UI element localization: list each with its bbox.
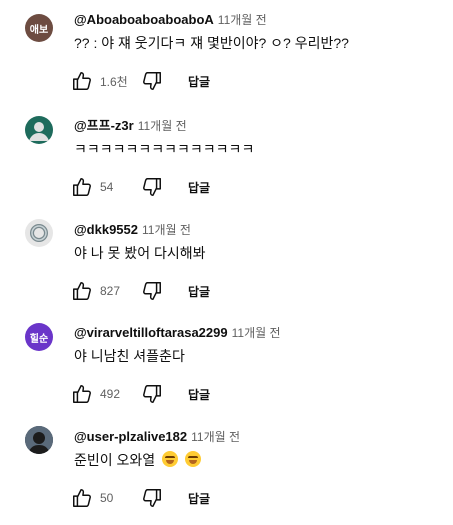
- dislike-button[interactable]: [140, 486, 164, 510]
- comment-time[interactable]: 11개월 전: [218, 13, 267, 27]
- avatar-initials: 힐순: [29, 333, 49, 345]
- laughing-emoji-icon: [162, 451, 179, 467]
- comment-header: @virarveltilloftarasa2299 11개월 전: [74, 324, 281, 342]
- like-count: 1.6천: [100, 74, 128, 89]
- reply-button[interactable]: 답글: [188, 490, 210, 507]
- like-button[interactable]: [70, 382, 94, 406]
- avatar[interactable]: 힐순: [25, 323, 53, 351]
- like-count: 54: [100, 180, 114, 194]
- like-button[interactable]: [70, 279, 94, 303]
- comment-actions: 50 답글: [70, 486, 210, 510]
- dislike-button[interactable]: [140, 382, 164, 406]
- reply-button[interactable]: 답글: [188, 283, 210, 300]
- thumbs-down-icon: [143, 385, 161, 403]
- thumbs-up-icon: [73, 385, 91, 403]
- comment-header: @프프-z3r 11개월 전: [74, 117, 187, 135]
- comment-actions: 827 답글: [70, 279, 210, 303]
- comment-actions: 492 답글: [70, 382, 210, 406]
- comment-text-row: 준빈이 오와열: [74, 450, 201, 470]
- ring-icon: [30, 224, 48, 242]
- comment-header: @AboaboaboaboaboA 11개월 전: [74, 11, 267, 29]
- comment-author[interactable]: @AboaboaboaboaboA: [74, 12, 214, 27]
- dislike-button[interactable]: [140, 175, 164, 199]
- comment-time[interactable]: 11개월 전: [232, 326, 281, 340]
- like-button[interactable]: [70, 486, 94, 510]
- comment-header: @dkk9552 11개월 전: [74, 221, 191, 239]
- comment-actions: 54 답글: [70, 175, 210, 199]
- thumbs-up-icon: [73, 178, 91, 196]
- comment-text: ?? : 야 쟤 웃기다ㅋ 쟤 몇반이야? ㅇ? 우리반??: [74, 35, 349, 51]
- profile-photo-icon: [25, 426, 53, 454]
- comment-author[interactable]: @virarveltilloftarasa2299: [74, 325, 228, 340]
- thumbs-up-icon: [73, 489, 91, 507]
- comment-text: 야 니남친 셔플춘다: [74, 348, 185, 364]
- like-count: 492: [100, 387, 121, 401]
- reply-button[interactable]: 답글: [188, 179, 210, 196]
- avatar[interactable]: 애보: [25, 14, 53, 42]
- reply-button[interactable]: 답글: [188, 73, 210, 90]
- comment-text: 준빈이 오와열: [74, 452, 156, 468]
- thumbs-down-icon: [143, 178, 161, 196]
- comment-text: 야 나 못 봤어 다시해봐: [74, 245, 206, 261]
- dislike-button[interactable]: [140, 279, 164, 303]
- laughing-emoji-icon: [184, 451, 201, 467]
- thumbs-down-icon: [143, 72, 161, 90]
- comment-author[interactable]: @dkk9552: [74, 222, 138, 237]
- avatar[interactable]: [25, 426, 53, 454]
- comment-text: ㅋㅋㅋㅋㅋㅋㅋㅋㅋㅋㅋㅋㅋㅋ: [74, 141, 255, 157]
- dislike-button[interactable]: [140, 69, 164, 93]
- comment-actions: 1.6천 답글: [70, 69, 210, 93]
- avatar[interactable]: [25, 219, 53, 247]
- comment-author[interactable]: @user-plzalive182: [74, 429, 187, 444]
- comment-time[interactable]: 11개월 전: [142, 223, 191, 237]
- thumbs-up-icon: [73, 72, 91, 90]
- like-count: 50: [100, 491, 114, 505]
- like-button[interactable]: [70, 175, 94, 199]
- comment-header: @user-plzalive182 11개월 전: [74, 428, 240, 446]
- like-count: 827: [100, 284, 121, 298]
- reply-button[interactable]: 답글: [188, 386, 210, 403]
- thumbs-up-icon: [73, 282, 91, 300]
- thumbs-down-icon: [143, 282, 161, 300]
- avatar-initials: 애보: [29, 24, 49, 36]
- avatar[interactable]: [25, 116, 53, 144]
- thumbs-down-icon: [143, 489, 161, 507]
- comment-time[interactable]: 11개월 전: [138, 119, 187, 133]
- like-button[interactable]: [70, 69, 94, 93]
- comment-time[interactable]: 11개월 전: [191, 430, 240, 444]
- comment-author[interactable]: @프프-z3r: [74, 118, 134, 133]
- person-icon: [29, 122, 49, 141]
